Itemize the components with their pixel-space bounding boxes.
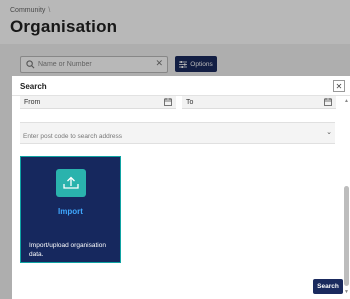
- import-title: Import: [58, 207, 83, 216]
- from-label: From: [24, 99, 41, 106]
- scroll-thumb[interactable]: [344, 186, 349, 286]
- modal-title: Search: [20, 82, 47, 91]
- modal-header: Search ✕: [12, 76, 350, 96]
- to-label: To: [186, 99, 194, 106]
- calendar-icon[interactable]: [164, 98, 172, 106]
- from-date-field[interactable]: From: [20, 96, 176, 109]
- calendar-icon[interactable]: [324, 98, 332, 106]
- scroll-up-icon[interactable]: ▲: [344, 98, 349, 104]
- to-date-field[interactable]: To: [182, 96, 336, 109]
- chevron-down-icon[interactable]: ⌄: [326, 128, 332, 136]
- close-button[interactable]: ✕: [333, 80, 345, 92]
- import-card[interactable]: Import Import/upload organisation data.: [20, 156, 121, 263]
- upload-icon: [63, 176, 79, 189]
- modal-scrollbar[interactable]: ▲ ▼: [342, 96, 350, 299]
- import-description: Import/upload organisation data.: [29, 242, 106, 258]
- search-button[interactable]: Search: [313, 279, 343, 294]
- import-icon-box: [56, 169, 86, 197]
- address-search-field[interactable]: Enter post code to search address ⌄: [20, 122, 335, 144]
- close-icon: ✕: [335, 81, 343, 91]
- search-modal: Search ✕ From To Enter post code to sear…: [12, 76, 350, 299]
- scroll-down-icon[interactable]: ▼: [344, 289, 349, 295]
- address-placeholder: Enter post code to search address: [23, 133, 123, 140]
